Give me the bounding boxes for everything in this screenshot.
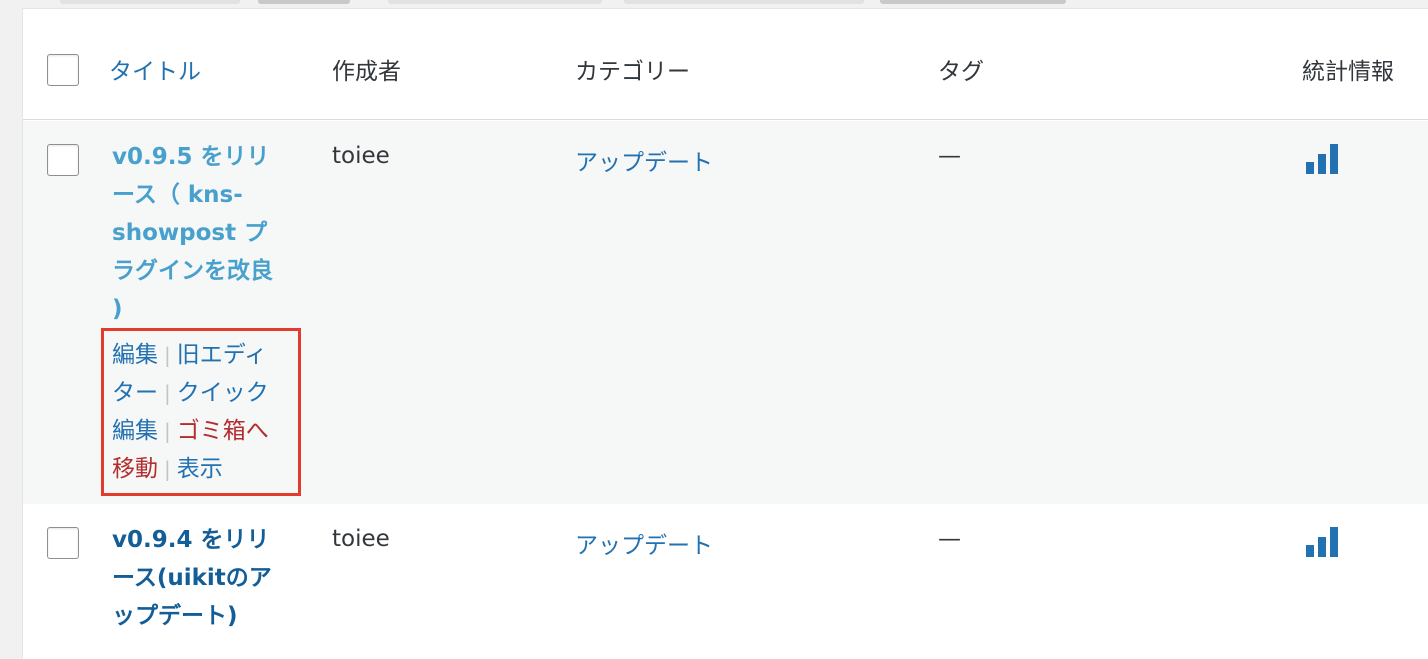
top-toolbar-strip (0, 0, 1428, 8)
post-title-link[interactable]: v0.9.5 をリリ ース（ kns- showpost プ ラグインを改良 ) (112, 138, 298, 328)
row-checkbox[interactable] (47, 144, 79, 176)
toolbar-tab (388, 0, 602, 4)
table-row: v0.9.4 をリリ ース(uikitのア ップデート) toiee アップデー… (23, 504, 1428, 659)
column-stats-header: 統計情報 (1302, 59, 1394, 85)
column-title-header[interactable]: タイトル (109, 52, 201, 86)
post-tags: — (938, 143, 961, 169)
classic-editor-link[interactable]: 旧エディ (177, 342, 267, 368)
bar-chart-icon[interactable] (1306, 525, 1340, 557)
table-row: v0.9.5 をリリ ース（ kns- showpost プ ラグインを改良 )… (23, 121, 1428, 504)
row-actions: 編集 | 旧エディ ター | クイック 編集 | ゴミ箱へ 移動 | 表示 (112, 336, 298, 488)
toolbar-tab (60, 0, 240, 4)
column-category-header: カテゴリー (575, 59, 690, 85)
bar-chart-icon[interactable] (1306, 142, 1340, 174)
post-tags: — (938, 526, 961, 552)
trash-link-cont[interactable]: 移動 (112, 456, 158, 482)
toolbar-tab (880, 0, 1066, 4)
column-tags-header: タグ (938, 59, 984, 85)
edit-link[interactable]: 編集 (112, 342, 158, 368)
view-link[interactable]: 表示 (177, 456, 223, 482)
action-separator: | (164, 343, 171, 367)
quick-edit-link-cont[interactable]: 編集 (112, 418, 158, 444)
post-category-link[interactable]: アップデート (575, 526, 713, 560)
post-category-link[interactable]: アップデート (575, 143, 713, 177)
trash-link[interactable]: ゴミ箱へ (177, 418, 269, 444)
quick-edit-link[interactable]: クイック (177, 380, 269, 406)
posts-table: タイトル 作成者 カテゴリー タグ 統計情報 v0.9.5 をリリ ース（ kn… (22, 8, 1428, 659)
table-header: タイトル 作成者 カテゴリー タグ 統計情報 (23, 9, 1428, 120)
post-author: toiee (332, 526, 390, 552)
post-author: toiee (332, 143, 390, 169)
column-author-header: 作成者 (332, 59, 401, 85)
select-all-checkbox[interactable] (47, 54, 79, 86)
post-title-link[interactable]: v0.9.4 をリリ ース(uikitのア ップデート) (112, 521, 298, 635)
toolbar-tab (258, 0, 350, 4)
action-separator: | (164, 381, 171, 405)
classic-editor-link-cont[interactable]: ター (112, 380, 158, 406)
action-separator: | (164, 457, 171, 481)
row-checkbox[interactable] (47, 527, 79, 559)
action-separator: | (164, 419, 171, 443)
toolbar-tab (624, 0, 864, 4)
